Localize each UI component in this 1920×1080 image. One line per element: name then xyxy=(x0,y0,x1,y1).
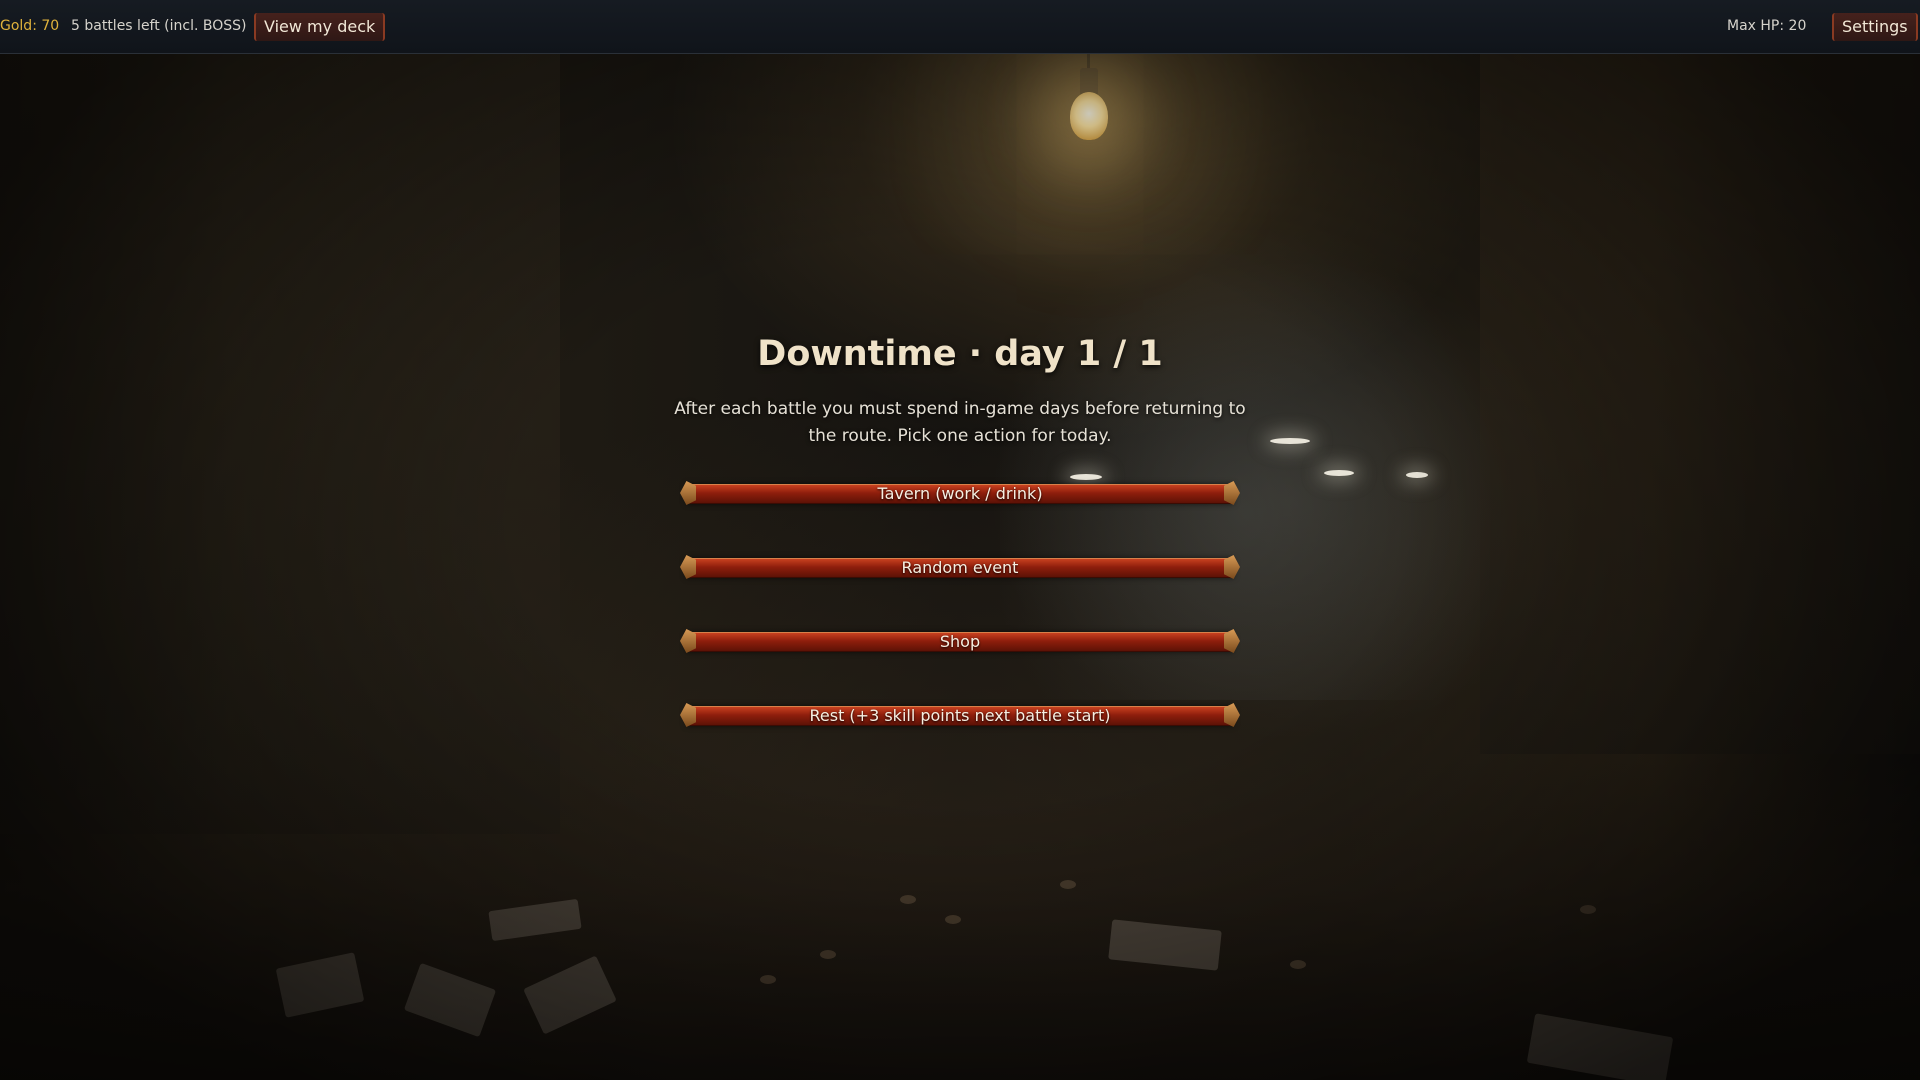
shop-button-label: Shop xyxy=(939,632,981,651)
panel-title: Downtime · day 1 / 1 xyxy=(757,334,1163,374)
tavern-button-label: Tavern (work / drink) xyxy=(877,484,1043,503)
max-hp-counter: Max HP: 20 xyxy=(1727,18,1807,34)
view-deck-button[interactable]: View my deck xyxy=(254,13,386,41)
settings-button[interactable]: Settings xyxy=(1832,13,1918,41)
random-event-button-label: Random event xyxy=(901,558,1019,577)
background-scene xyxy=(0,0,1920,1080)
rest-button[interactable]: Rest (+3 skill points next battle start) xyxy=(680,703,1234,727)
battles-left-counter: 5 battles left (incl. BOSS) xyxy=(71,18,247,34)
random-event-button[interactable]: Random event xyxy=(680,555,1234,579)
tavern-button[interactable]: Tavern (work / drink) xyxy=(680,481,1234,505)
top-status-bar: Gold: 70 5 battles left (incl. BOSS) Vie… xyxy=(0,0,1920,54)
shop-button[interactable]: Shop xyxy=(680,629,1234,653)
vignette xyxy=(0,0,1920,1080)
panel-description: After each battle you must spend in-game… xyxy=(674,399,1246,446)
rest-button-label: Rest (+3 skill points next battle start) xyxy=(809,706,1111,725)
gold-counter: Gold: 70 xyxy=(0,18,60,34)
